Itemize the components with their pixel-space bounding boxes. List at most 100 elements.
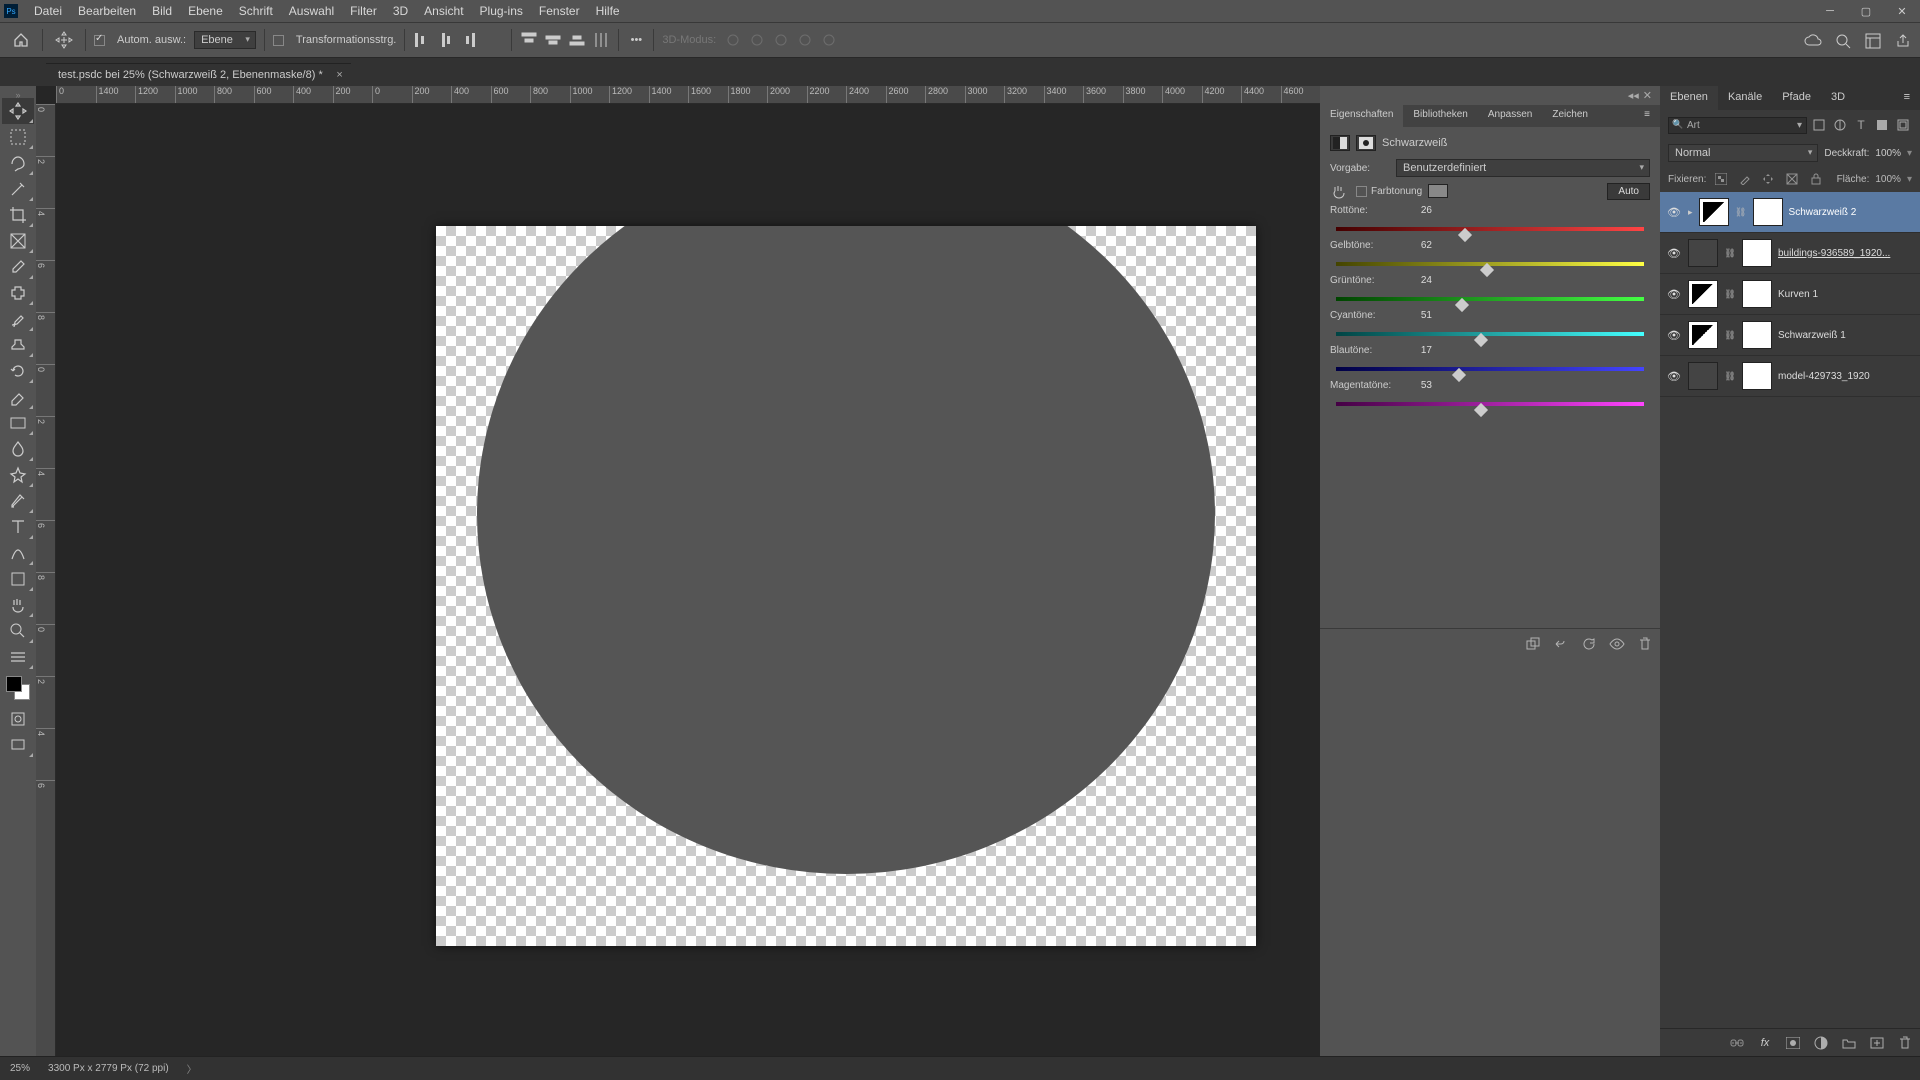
align-icon-2[interactable] [461, 31, 479, 49]
pen-tool[interactable] [2, 488, 34, 514]
clip-icon[interactable] [1524, 635, 1542, 653]
wand-tool[interactable] [2, 176, 34, 202]
dist-icon-3[interactable] [592, 31, 610, 49]
layer-dropdown[interactable]: Ebene [194, 31, 256, 49]
layer-row-4[interactable]: 👁 ⛓ model-429733_1920 [1660, 356, 1920, 397]
type-tool[interactable] [2, 514, 34, 540]
slider-2[interactable] [1336, 291, 1644, 305]
align-icon-3[interactable] [485, 31, 503, 49]
layers-menu-icon[interactable]: ≡ [1894, 86, 1920, 110]
layer-row-0[interactable]: 👁 ▸ ⛓ Schwarzweiß 2 [1660, 192, 1920, 233]
share-icon[interactable] [1894, 32, 1912, 50]
layer-mask-thumb[interactable] [1742, 321, 1772, 349]
layer-visibility-icon[interactable]: 👁 [1666, 247, 1682, 260]
edit-tool[interactable] [2, 644, 34, 670]
reset-icon[interactable] [1580, 635, 1598, 653]
panel-menu-icon[interactable]: ≡ [1634, 105, 1660, 127]
eraser-tool[interactable] [2, 384, 34, 410]
menu-hilfe[interactable]: Hilfe [588, 4, 628, 18]
crop-tool[interactable] [2, 202, 34, 228]
marquee-tool[interactable] [2, 124, 34, 150]
layer-row-2[interactable]: 👁 ⛓ Kurven 1 [1660, 274, 1920, 315]
frame-tool[interactable] [2, 228, 34, 254]
layer-mask-thumb[interactable] [1742, 280, 1772, 308]
menu-datei[interactable]: Datei [26, 4, 70, 18]
layer-name[interactable]: Schwarzweiß 1 [1778, 330, 1914, 341]
layer-mask-thumb[interactable] [1742, 239, 1772, 267]
align-icon-1[interactable] [437, 31, 455, 49]
visibility-icon[interactable] [1608, 635, 1626, 653]
mask-add-icon[interactable] [1784, 1034, 1802, 1052]
menu-3d[interactable]: 3D [385, 4, 416, 18]
layer-thumb[interactable] [1699, 198, 1729, 226]
tab-properties[interactable]: Eigenschaften [1320, 105, 1403, 127]
slider-4[interactable] [1336, 361, 1644, 375]
slider-value-1[interactable]: 62 [1396, 240, 1432, 251]
layer-thumb[interactable] [1688, 321, 1718, 349]
search-icon[interactable] [1834, 32, 1852, 50]
history-tool[interactable] [2, 358, 34, 384]
slider-5[interactable] [1336, 396, 1644, 410]
tint-swatch[interactable] [1428, 184, 1448, 198]
dist-icon-0[interactable] [520, 31, 538, 49]
tab-close-icon[interactable]: × [336, 69, 342, 81]
layer-visibility-icon[interactable]: 👁 [1666, 370, 1682, 383]
layer-mask-thumb[interactable] [1753, 198, 1783, 226]
maximize-button[interactable]: ▢ [1848, 0, 1884, 22]
color-swatches[interactable] [6, 676, 30, 700]
dodge-tool[interactable] [2, 462, 34, 488]
menu-schrift[interactable]: Schrift [231, 4, 281, 18]
layer-row-1[interactable]: 👁 ⛓ buildings-936589_1920... [1660, 233, 1920, 274]
filter-smart-icon[interactable] [1894, 116, 1912, 134]
tint-checkbox[interactable] [1356, 186, 1367, 197]
more-options-icon[interactable]: ••• [627, 31, 645, 49]
layer-name[interactable]: model-429733_1920 [1778, 371, 1914, 382]
stamp-tool[interactable] [2, 332, 34, 358]
tab-char[interactable]: Zeichen [1542, 105, 1598, 127]
quickmask-icon[interactable] [2, 706, 34, 732]
transform-checkbox[interactable] [273, 35, 284, 46]
layer-row-3[interactable]: 👁 ⛓ Schwarzweiß 1 [1660, 315, 1920, 356]
workspace-icon[interactable] [1864, 32, 1882, 50]
slider-1[interactable] [1336, 256, 1644, 270]
tab-3d[interactable]: 3D [1821, 86, 1855, 110]
canvas[interactable] [436, 226, 1256, 946]
heal-tool[interactable] [2, 280, 34, 306]
canvas-viewport[interactable]: 0140012001000800600400200020040060080010… [36, 86, 1320, 1056]
path-tool[interactable] [2, 540, 34, 566]
preset-dropdown[interactable]: Benutzerdefiniert [1396, 159, 1650, 177]
menu-fenster[interactable]: Fenster [531, 4, 588, 18]
screenmode-icon[interactable] [2, 732, 34, 758]
layer-visibility-icon[interactable]: 👁 [1666, 329, 1682, 342]
filter-type-icon[interactable]: T [1852, 116, 1870, 134]
tab-libraries[interactable]: Bibliotheken [1403, 105, 1477, 127]
cloud-icon[interactable] [1804, 32, 1822, 50]
trash-icon[interactable] [1636, 635, 1654, 653]
close-button[interactable]: ✕ [1884, 0, 1920, 22]
panel-collapse-icon[interactable]: ◂◂ [1628, 89, 1639, 102]
brush-tool[interactable] [2, 306, 34, 332]
move-tool-icon[interactable] [51, 27, 77, 53]
dist-icon-2[interactable] [568, 31, 586, 49]
prev-icon[interactable] [1552, 635, 1570, 653]
slider-0[interactable] [1336, 221, 1644, 235]
layer-visibility-icon[interactable]: 👁 [1666, 288, 1682, 301]
hand-tool[interactable] [2, 592, 34, 618]
slider-value-3[interactable]: 51 [1396, 310, 1432, 321]
filter-adjust-icon[interactable] [1831, 116, 1849, 134]
menu-filter[interactable]: Filter [342, 4, 385, 18]
layer-filter-dropdown[interactable]: Art ▾ [1668, 117, 1807, 134]
zoom-tool[interactable] [2, 618, 34, 644]
slider-3[interactable] [1336, 326, 1644, 340]
gradient-tool[interactable] [2, 410, 34, 436]
tab-ebenen[interactable]: Ebenen [1660, 86, 1718, 110]
group-icon[interactable] [1840, 1034, 1858, 1052]
tab-adjust[interactable]: Anpassen [1478, 105, 1542, 127]
adjustment-add-icon[interactable] [1812, 1034, 1830, 1052]
slider-value-4[interactable]: 17 [1396, 345, 1432, 356]
link-layers-icon[interactable] [1728, 1034, 1746, 1052]
lock-frame-icon[interactable] [1783, 170, 1801, 188]
slider-value-2[interactable]: 24 [1396, 275, 1432, 286]
menu-bild[interactable]: Bild [144, 4, 180, 18]
status-arrow-icon[interactable]: 〉 [187, 1061, 197, 1076]
